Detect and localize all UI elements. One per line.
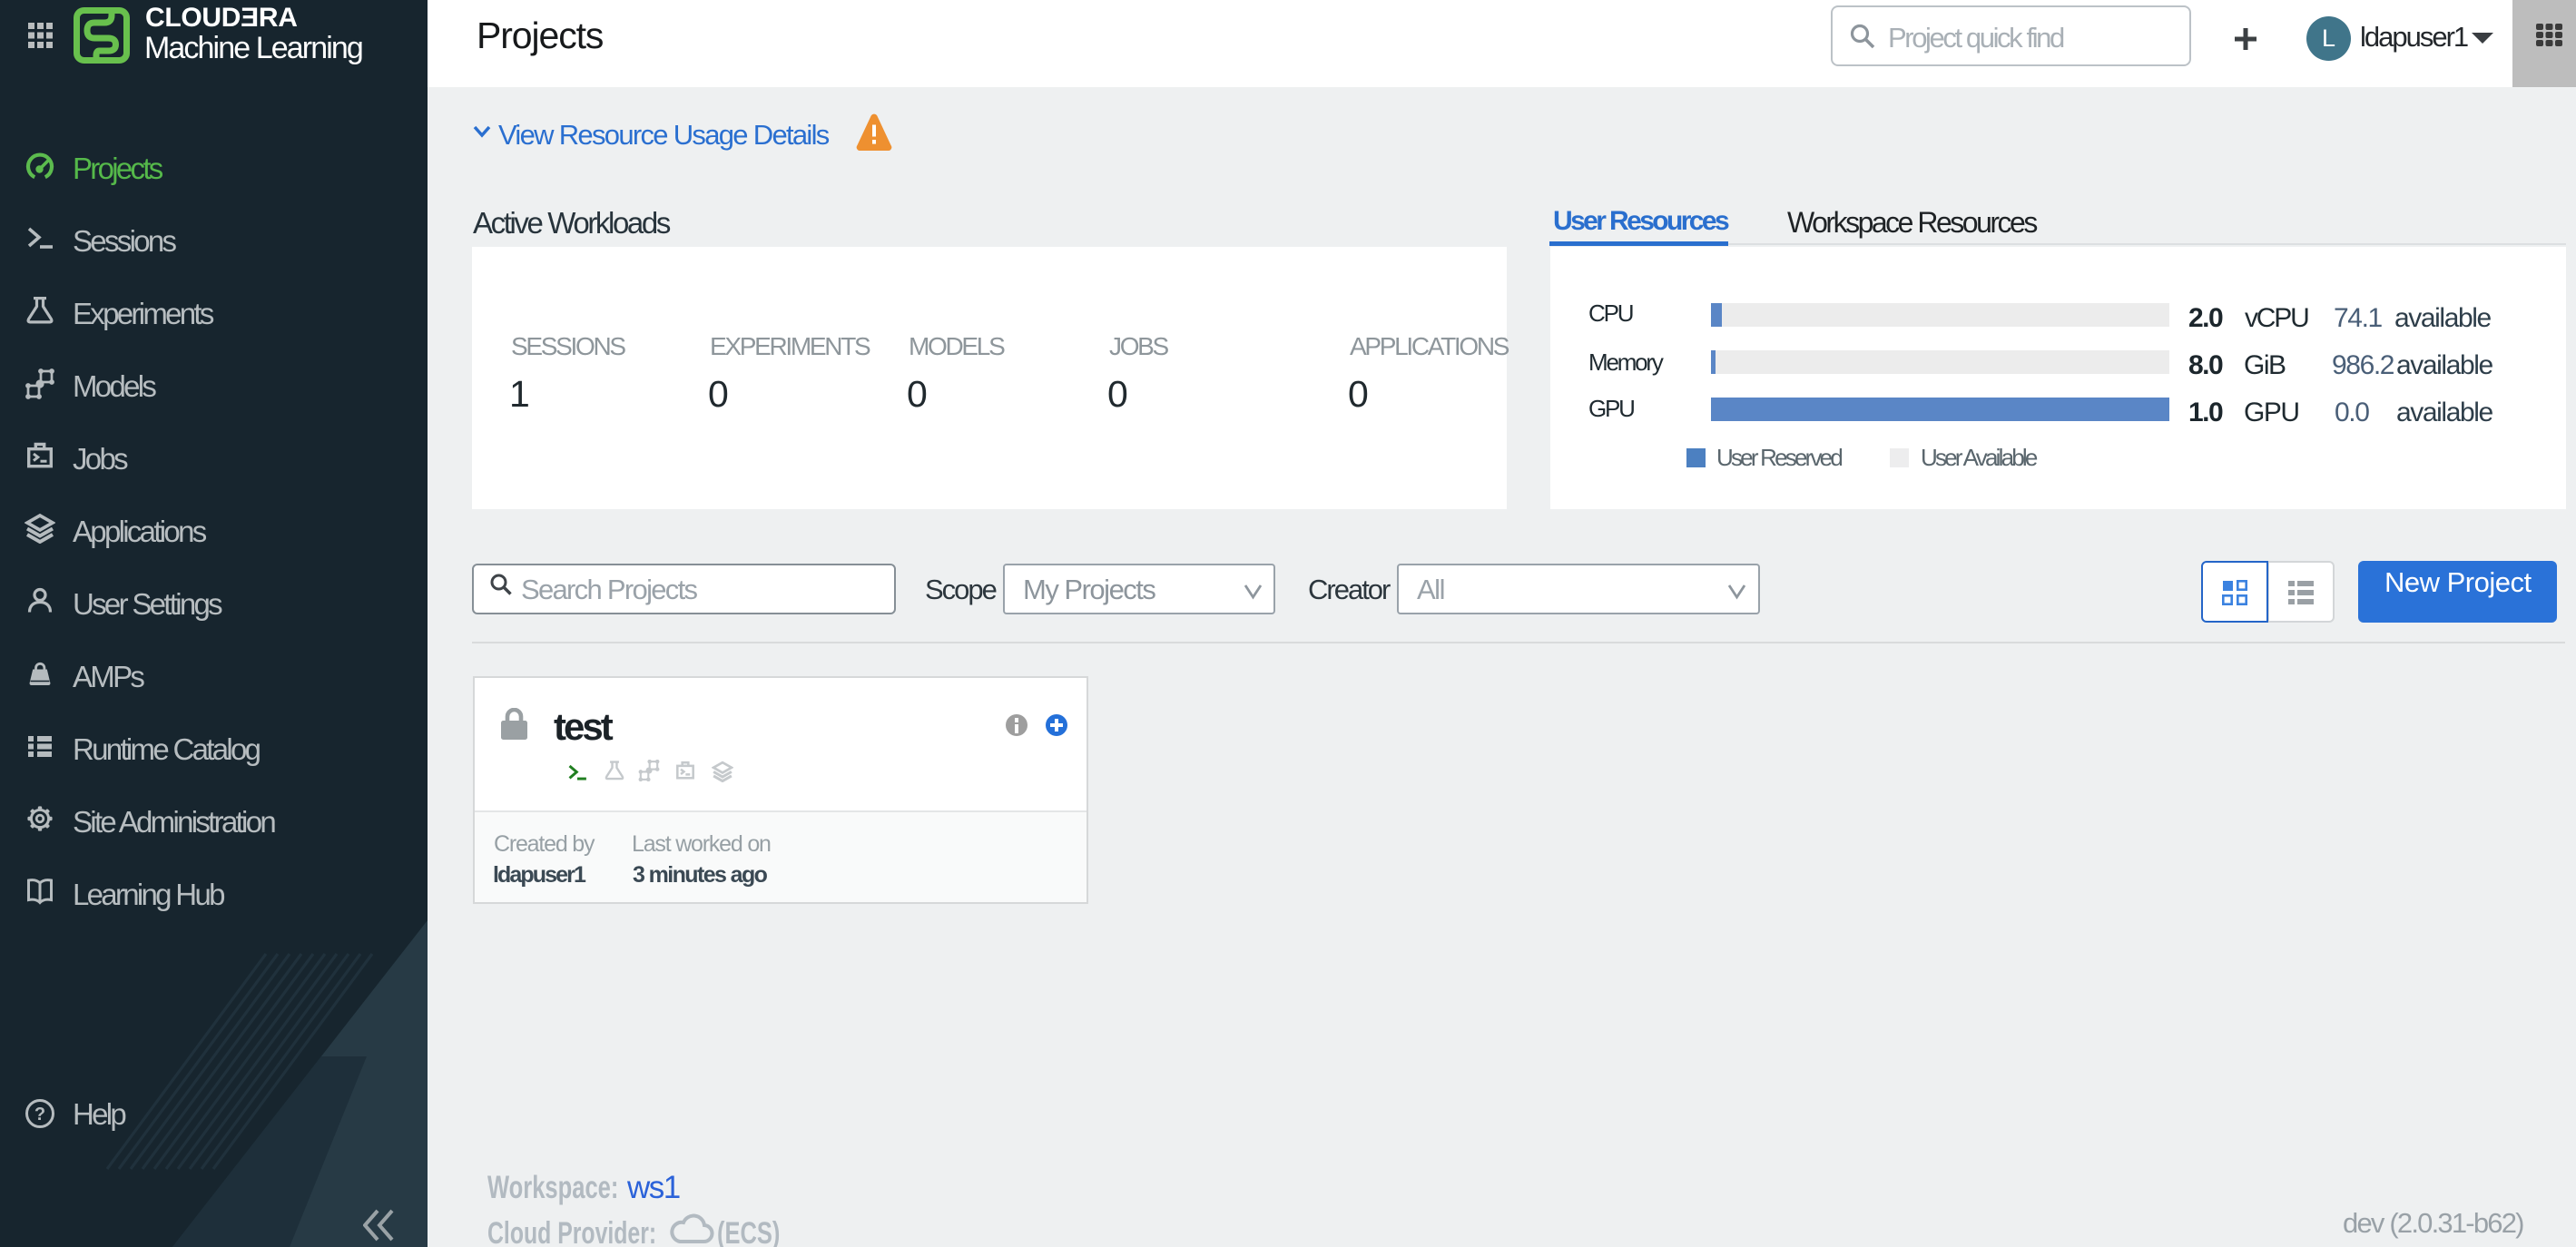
- svg-text:?: ?: [34, 1105, 45, 1124]
